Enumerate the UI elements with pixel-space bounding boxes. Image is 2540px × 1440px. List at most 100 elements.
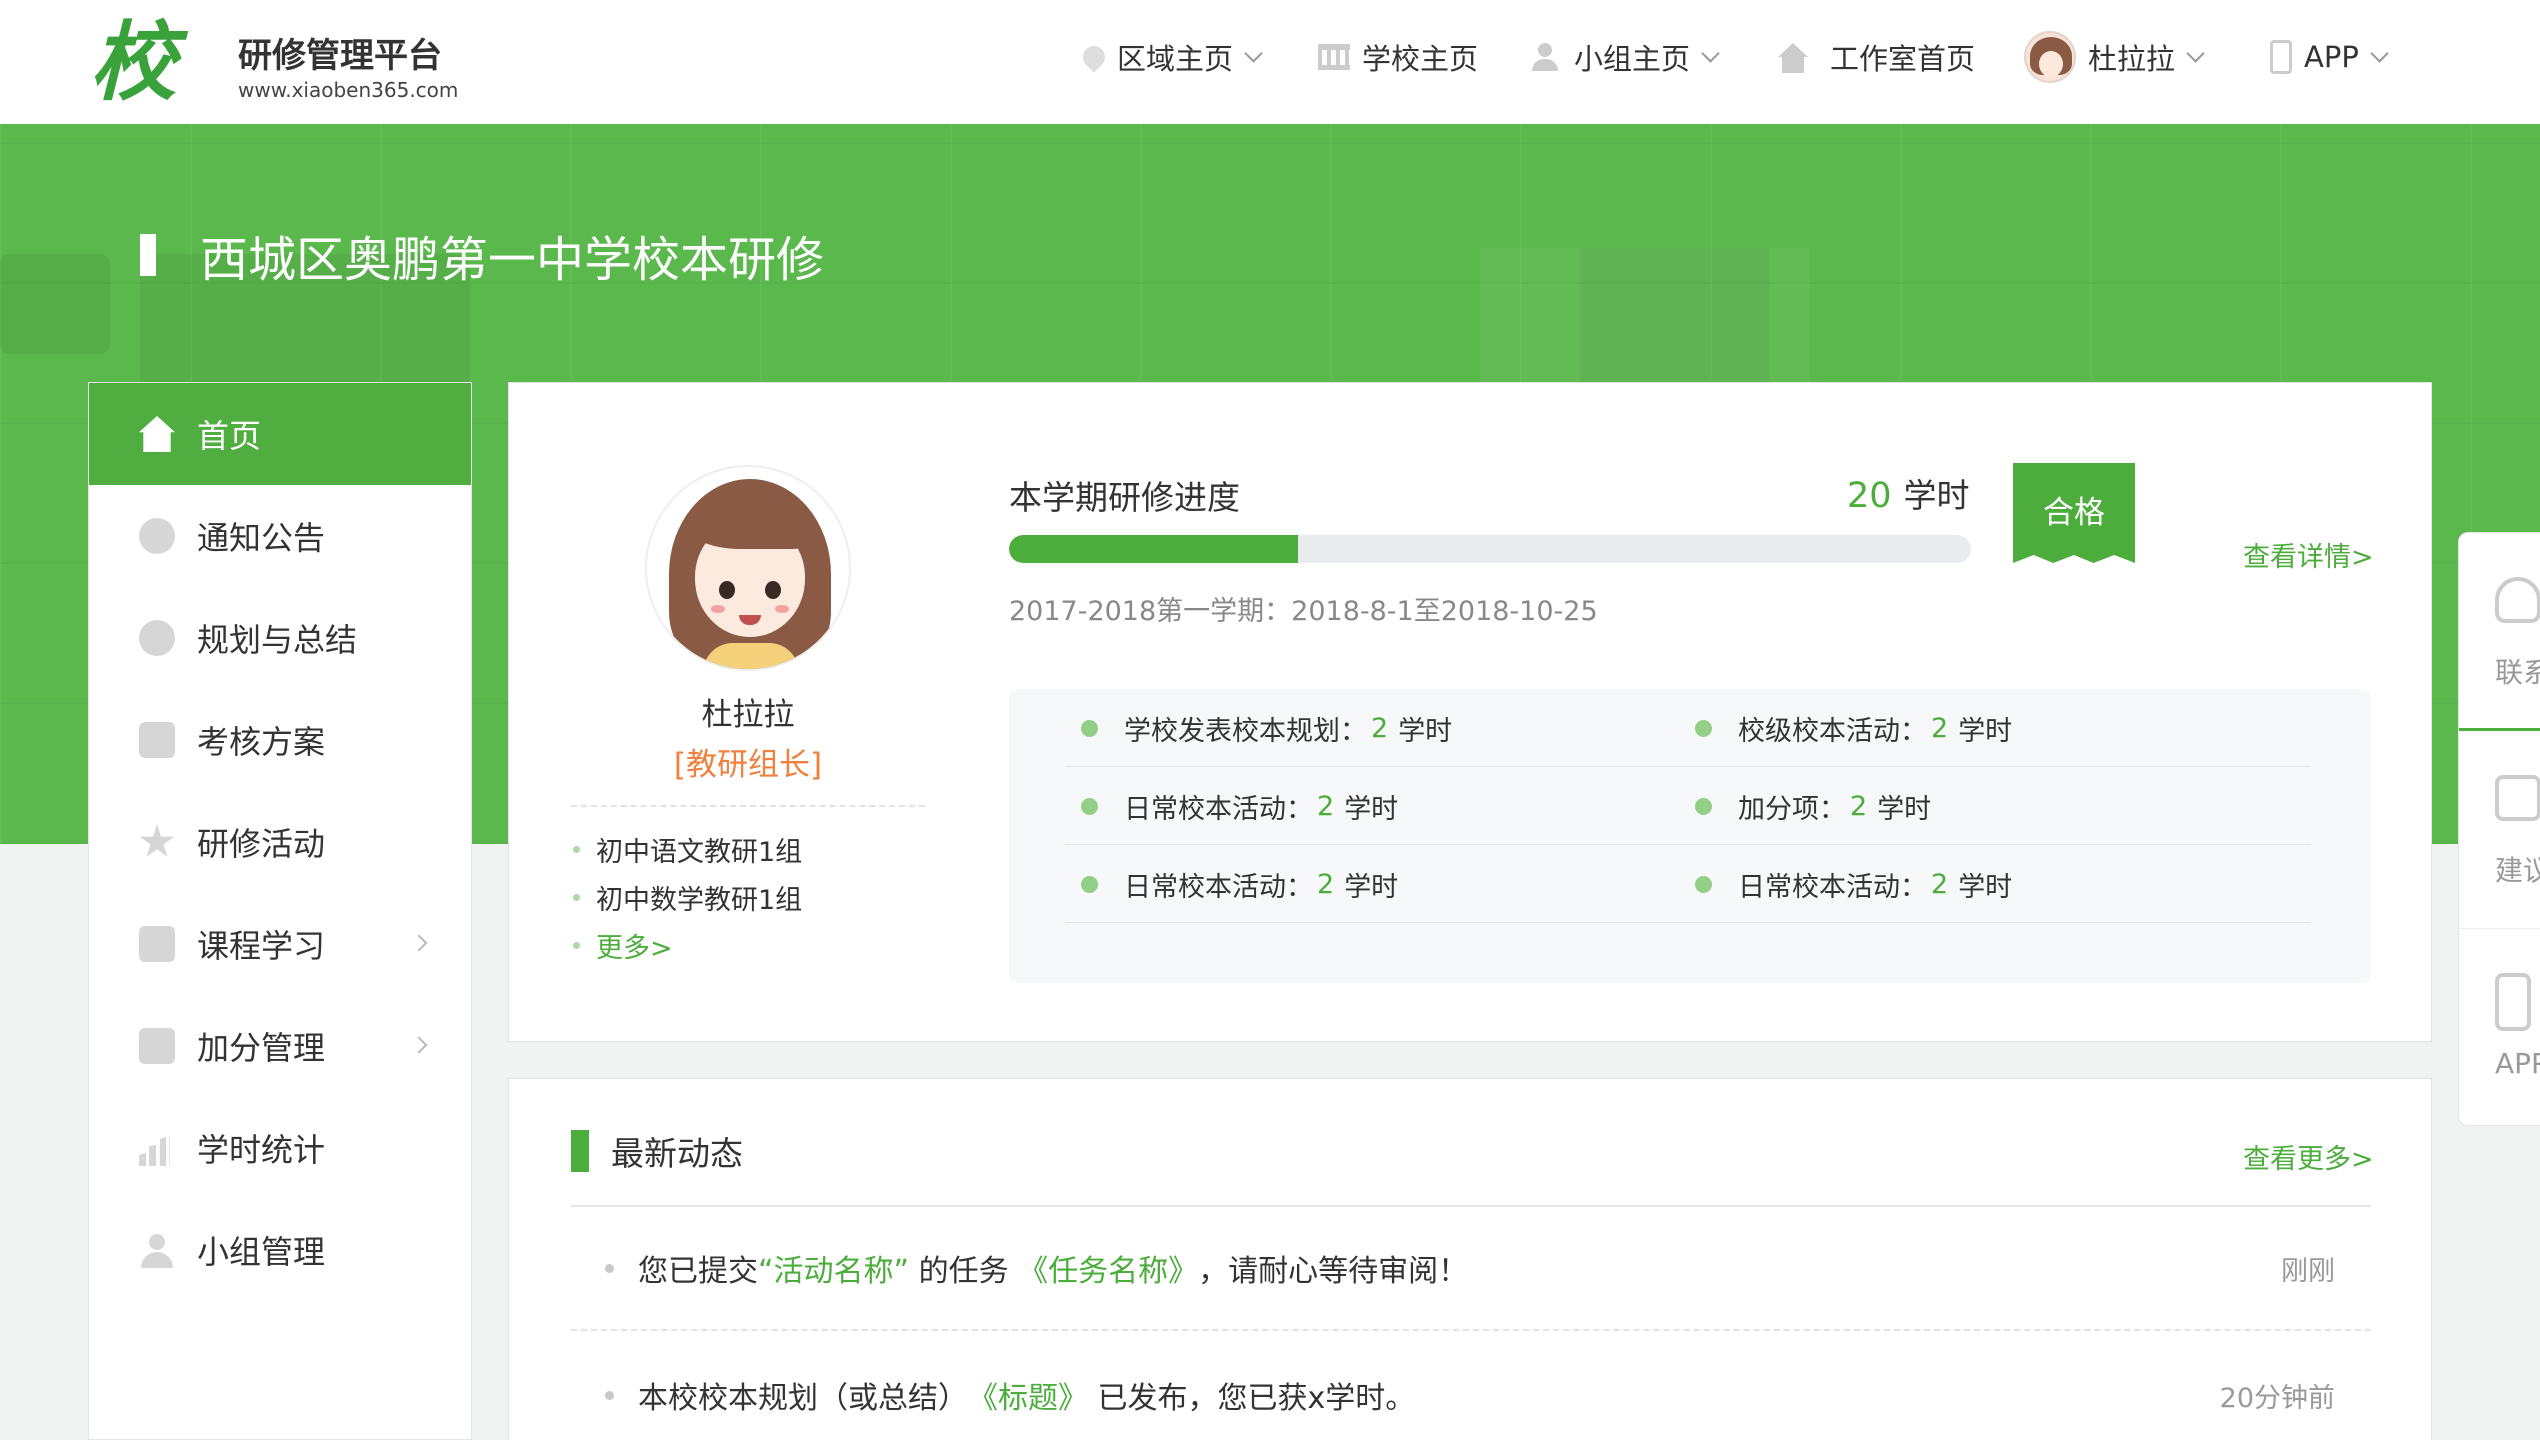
sidebar-item-hours-stats[interactable]: 学时统计 <box>89 1097 471 1199</box>
group-name: 初中数学教研1组 <box>596 884 803 916</box>
bullet-icon <box>573 893 580 901</box>
home-icon <box>139 416 175 452</box>
view-more-link[interactable]: 查看更多> <box>2243 1137 2374 1176</box>
feed-text: ，请耐心等待审阅！ <box>1198 1254 1469 1289</box>
floating-toolbar: 联系 建议 APP <box>2458 532 2540 1126</box>
school-building-icon <box>1318 44 1350 70</box>
feed-title: 最新动态 <box>611 1134 743 1173</box>
chevron-down-icon <box>1701 43 1720 63</box>
stat-label: 日常校本活动： <box>1124 793 1313 825</box>
sidebar-item-home[interactable]: 首页 <box>89 383 471 485</box>
stat-label: 学校发表校本规划： <box>1124 715 1367 747</box>
app-download-button[interactable]: APP <box>2459 929 2540 1127</box>
progress-title: 本学期研修进度 <box>1009 478 1240 517</box>
sidebar-menu: 首页 通知公告 规划与总结 考核方案 研修活动 课程学习 加分管理 学时统计 小… <box>88 382 472 1440</box>
activity-feed-card: 最新动态 查看更多> 您已提交 “活动名称” 的任务 《任务名称》 ，请耐心等待… <box>508 1078 2432 1440</box>
stat-unit: 学时 <box>1958 871 2013 903</box>
view-details-link[interactable]: 查看详情> <box>2243 535 2374 574</box>
feedback-label: 建议 <box>2495 854 2540 887</box>
sidebar-item-assessment[interactable]: 考核方案 <box>89 689 471 791</box>
sidebar-item-label: 加分管理 <box>197 1029 326 1067</box>
sidebar-item-label: 课程学习 <box>197 927 326 965</box>
stat-label: 日常校本活动： <box>1738 871 1927 903</box>
stat-value: 2 <box>1317 868 1335 900</box>
stat-label: 加分项： <box>1738 793 1846 825</box>
nav-group-home[interactable]: 小组主页 <box>1530 32 1720 82</box>
group-item[interactable]: 初中数学教研1组 <box>573 873 933 921</box>
feed-timestamp: 20分钟前 <box>2219 1382 2335 1414</box>
phone-icon <box>2495 973 2531 1031</box>
stat-label: 校级校本活动： <box>1738 715 1927 747</box>
contact-button[interactable]: 联系 <box>2459 533 2540 731</box>
stat-item: 校级校本活动： 2 学时 <box>1695 689 2012 767</box>
profile-avatar <box>645 465 851 671</box>
sidebar-item-label: 考核方案 <box>197 723 326 761</box>
bullet-icon <box>605 1390 614 1400</box>
feedback-button[interactable]: 建议 <box>2459 731 2540 929</box>
nav-group-home-label: 小组主页 <box>1574 42 1691 76</box>
sidebar-item-label: 规划与总结 <box>197 621 358 659</box>
profile-name: 杜拉拉 <box>701 697 795 733</box>
progress-hours-unit: 学时 <box>1903 476 1970 515</box>
nav-studio-home-label: 工作室首页 <box>1830 42 1976 76</box>
headset-icon <box>2495 577 2540 623</box>
sidebar-item-group-management[interactable]: 小组管理 <box>89 1199 471 1301</box>
sidebar-item-label: 首页 <box>197 417 262 455</box>
sidebar-item-activities[interactable]: 研修活动 <box>89 791 471 893</box>
feedback-icon <box>2495 775 2540 821</box>
stat-label: 日常校本活动： <box>1124 871 1313 903</box>
star-icon <box>139 824 175 857</box>
stat-item: 日常校本活动： 2 学时 <box>1695 845 2012 923</box>
sidebar-item-bonus[interactable]: 加分管理 <box>89 995 471 1097</box>
app-label: APP <box>2495 1047 2540 1080</box>
coins-icon <box>139 1028 175 1064</box>
feed-item: 您已提交 “活动名称” 的任务 《任务名称》 ，请耐心等待审阅！ 刚刚 <box>571 1207 2371 1331</box>
bullet-icon <box>605 1263 614 1273</box>
group-more-label: 更多> <box>596 932 673 964</box>
stats-row: 日常校本活动： 2 学时 加分项： 2 学时 <box>1065 767 2311 845</box>
group-icon <box>1530 41 1562 73</box>
stat-item: 加分项： 2 学时 <box>1695 767 1931 845</box>
nav-region-home[interactable]: 区域主页 <box>1078 32 1263 82</box>
stat-unit: 学时 <box>1877 793 1932 825</box>
contact-label: 联系 <box>2495 656 2540 689</box>
stat-value: 2 <box>1850 790 1868 822</box>
nav-studio-home[interactable]: 工作室首页 <box>1778 32 1975 82</box>
progress-hours-value: 20 <box>1847 476 1892 516</box>
nav-app-menu[interactable]: APP <box>2270 32 2389 82</box>
nav-school-home[interactable]: 学校主页 <box>1318 32 1478 82</box>
phone-icon <box>2270 40 2292 74</box>
sidebar-item-notices[interactable]: 通知公告 <box>89 485 471 587</box>
chevron-down-icon <box>2370 43 2389 63</box>
feed-timestamp: 刚刚 <box>2281 1255 2335 1287</box>
stat-item: 日常校本活动： 2 学时 <box>1081 845 1398 923</box>
progress-bar <box>1009 535 1971 563</box>
location-pin-icon <box>1078 41 1110 73</box>
sidebar-item-courses[interactable]: 课程学习 <box>89 893 471 995</box>
nav-region-home-label: 区域主页 <box>1117 42 1234 76</box>
plan-title-link[interactable]: 《标题》 <box>968 1373 1088 1417</box>
chevron-down-icon <box>1244 43 1263 63</box>
page-title: 西城区奥鹏第一中学校本研修 <box>140 220 824 290</box>
logo-title: 研修管理平台 <box>238 36 442 76</box>
group-name: 初中语文教研1组 <box>596 836 803 868</box>
feed-text: 的任务 <box>909 1254 1019 1289</box>
sidebar-item-label: 小组管理 <box>197 1233 326 1271</box>
bar-chart-icon <box>139 1135 175 1166</box>
group-item[interactable]: 初中语文教研1组 <box>573 825 933 873</box>
stat-item: 学校发表校本规划： 2 学时 <box>1081 689 1452 767</box>
chevron-down-icon <box>2186 43 2205 63</box>
stat-unit: 学时 <box>1344 793 1399 825</box>
nav-user-menu[interactable]: 杜拉拉 <box>2024 24 2205 90</box>
group-list: 初中语文教研1组 初中数学教研1组 更多> <box>573 825 933 969</box>
title-accent-bar <box>140 234 156 276</box>
sidebar-item-label: 学时统计 <box>197 1131 326 1169</box>
pie-chart-icon <box>139 620 175 656</box>
document-icon <box>139 722 175 758</box>
group-more-link[interactable]: 更多> <box>573 921 933 969</box>
sidebar-item-planning[interactable]: 规划与总结 <box>89 587 471 689</box>
task-name-link[interactable]: 《任务名称》 <box>1018 1246 1198 1290</box>
profile-role: [教研组长] <box>673 747 823 783</box>
home-icon <box>1778 43 1808 73</box>
activity-name-link[interactable]: “活动名称” <box>758 1246 909 1290</box>
